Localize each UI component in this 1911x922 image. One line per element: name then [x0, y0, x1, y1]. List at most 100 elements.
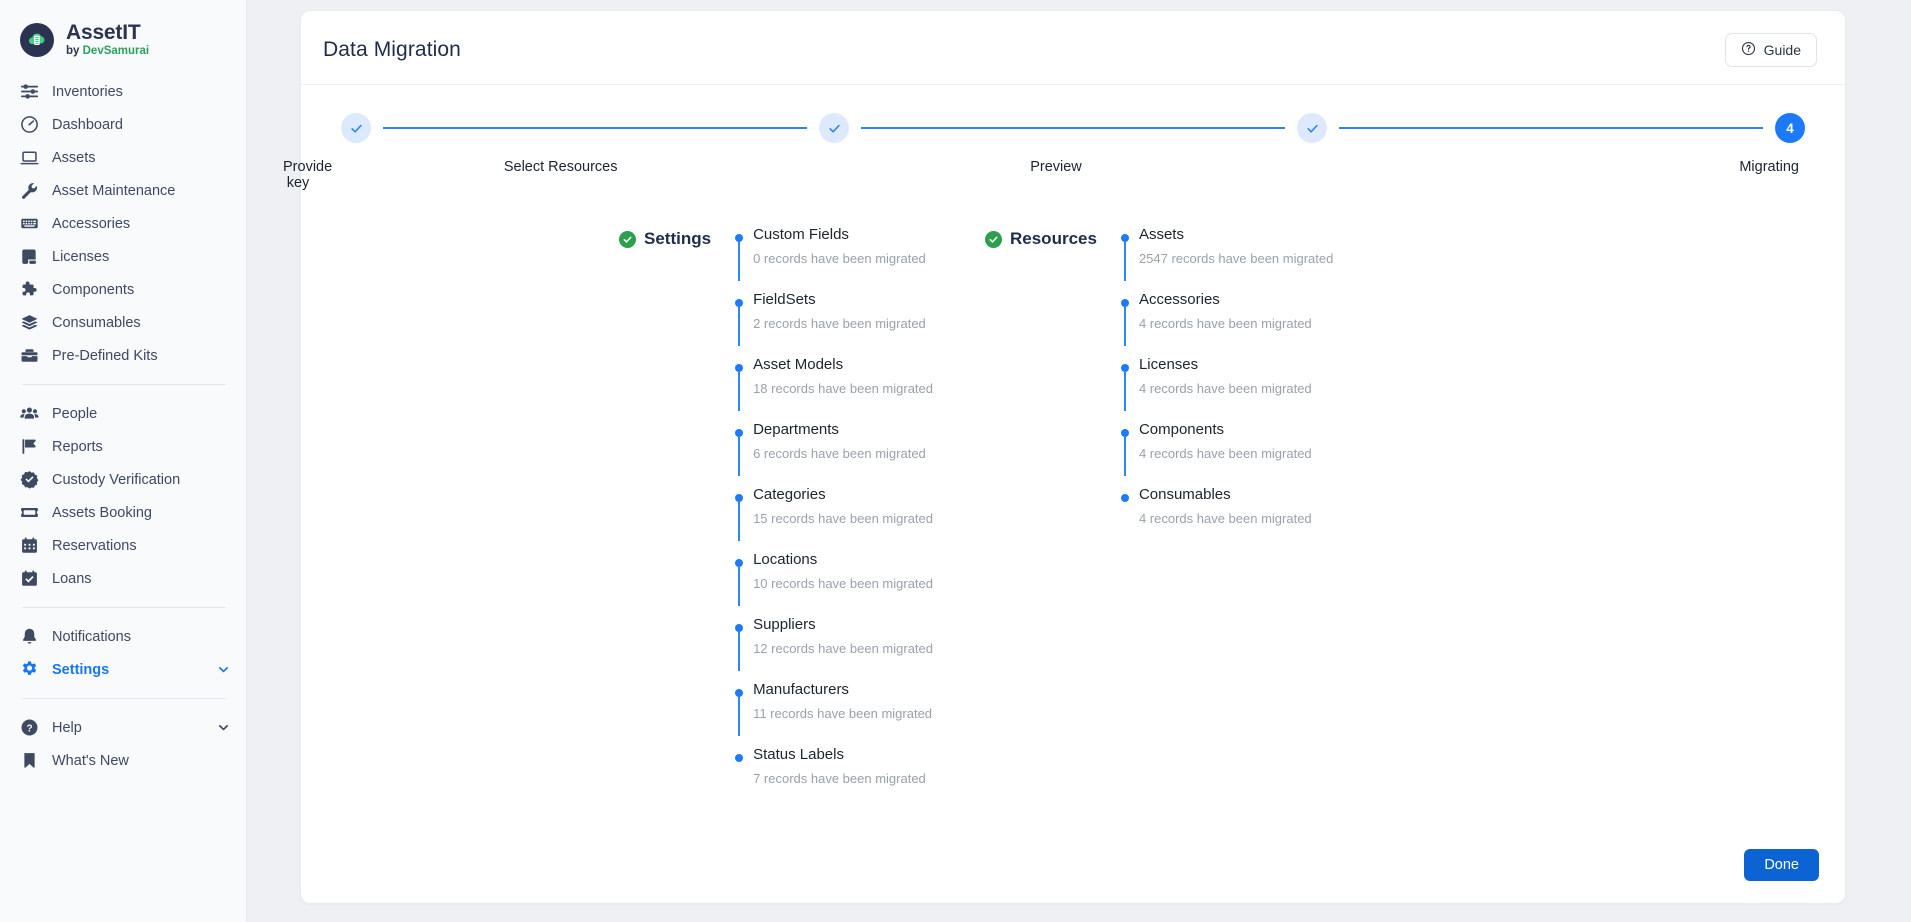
- sidebar-item-label: Licenses: [52, 249, 109, 265]
- app-root: AssetIT by DevSamurai Inventories Dashbo…: [0, 0, 1911, 922]
- timeline-item-name: Custom Fields: [753, 225, 933, 245]
- timeline-dot-icon: [1121, 494, 1129, 502]
- sidebar-item-components[interactable]: Components: [0, 273, 246, 306]
- sidebar-item-pre-defined-kits[interactable]: Pre-Defined Kits: [0, 339, 246, 372]
- sidebar-item-asset-maintenance[interactable]: Asset Maintenance: [0, 174, 246, 207]
- timeline-item-name: Consumables: [1139, 485, 1333, 505]
- step-label-migrating: Migrating: [1304, 159, 1805, 191]
- check-icon: [349, 121, 364, 136]
- timeline-item: Components 4 records have been migrated: [1139, 420, 1333, 485]
- chevron-down-icon[interactable]: [217, 721, 230, 734]
- brand[interactable]: AssetIT by DevSamurai: [0, 0, 246, 75]
- timeline-item: Suppliers 12 records have been migrated: [753, 615, 933, 680]
- sidebar-item-consumables[interactable]: Consumables: [0, 306, 246, 339]
- sidebar-item-accessories[interactable]: Accessories: [0, 207, 246, 240]
- chevron-down-icon[interactable]: [217, 663, 230, 676]
- step-node-3[interactable]: [1297, 113, 1327, 143]
- layers-icon: [20, 313, 39, 332]
- bookmark-icon: [20, 751, 39, 770]
- sidebar-item-label: Accessories: [52, 216, 130, 232]
- step-connector-3: [1339, 127, 1763, 129]
- ticket-icon: [20, 503, 39, 522]
- card-footer: Done: [1744, 849, 1819, 881]
- sidebar-item-loans[interactable]: Loans: [0, 562, 246, 595]
- timeline-item-name: Asset Models: [753, 355, 933, 375]
- timeline-item: Categories 15 records have been migrated: [753, 485, 933, 550]
- sidebar-item-label: Reports: [52, 439, 103, 455]
- timeline-item-status: 0 records have been migrated: [753, 250, 933, 268]
- timeline-dot-icon: [1121, 299, 1129, 307]
- guide-button[interactable]: Guide: [1725, 33, 1817, 67]
- sidebar-item-reservations[interactable]: Reservations: [0, 529, 246, 562]
- badge-check-icon: [20, 470, 39, 489]
- svg-text:?: ?: [26, 724, 32, 735]
- step-label-provide-key: Provide key: [283, 159, 313, 191]
- sidebar-item-notifications[interactable]: Notifications: [0, 620, 246, 653]
- sidebar-item-whats-new[interactable]: What's New: [0, 744, 246, 777]
- sidebar-item-dashboard[interactable]: Dashboard: [0, 108, 246, 141]
- brand-subtitle: by DevSamurai: [66, 45, 149, 57]
- sidebar-item-inventories[interactable]: Inventories: [0, 75, 246, 108]
- timeline-item-name: Locations: [753, 550, 933, 570]
- data-migration-card: Data Migration Guide: [300, 10, 1846, 904]
- step-node-2[interactable]: [819, 113, 849, 143]
- timeline-item: Licenses 4 records have been migrated: [1139, 355, 1333, 420]
- bell-icon: [20, 627, 39, 646]
- timeline-item-status: 7 records have been migrated: [753, 770, 933, 788]
- timeline-item: FieldSets 2 records have been migrated: [753, 290, 933, 355]
- column-resources-label: Resources: [1010, 229, 1097, 249]
- step-connector-2: [861, 127, 1285, 129]
- question-circle-icon: [1741, 41, 1756, 59]
- timeline-item: Locations 10 records have been migrated: [753, 550, 933, 615]
- sidebar-item-settings[interactable]: Settings: [0, 653, 246, 686]
- sidebar-item-label: Assets: [52, 150, 96, 166]
- brand-text: AssetIT by DevSamurai: [66, 22, 149, 57]
- timeline-dot-icon: [735, 364, 743, 372]
- timeline-dot-icon: [1121, 364, 1129, 372]
- sidebar-item-assets[interactable]: Assets: [0, 141, 246, 174]
- timeline-dot-icon: [735, 624, 743, 632]
- sidebar-item-label: People: [52, 406, 97, 422]
- laptop-icon: [20, 148, 39, 167]
- resources-timeline: Assets 2547 records have been migrated A…: [1121, 225, 1333, 528]
- brand-by-prefix: by: [66, 45, 83, 57]
- sidebar-item-label: Settings: [52, 662, 109, 678]
- sidebar-item-custody-verification[interactable]: Custody Verification: [0, 463, 246, 496]
- sidebar-item-people[interactable]: People: [0, 397, 246, 430]
- step-label-preview: Preview: [808, 159, 1303, 191]
- done-button[interactable]: Done: [1744, 849, 1819, 881]
- sidebar-item-reports[interactable]: Reports: [0, 430, 246, 463]
- sidebar-item-label: Dashboard: [52, 117, 123, 133]
- sidebar-item-licenses[interactable]: Licenses: [0, 240, 246, 273]
- toolbox-icon: [20, 346, 39, 365]
- brand-logo-icon: [20, 23, 54, 57]
- timeline-dot-icon: [1121, 429, 1129, 437]
- sidebar-item-label: Assets Booking: [52, 505, 152, 521]
- timeline-item-status: 18 records have been migrated: [753, 380, 933, 398]
- timeline-item-status: 6 records have been migrated: [753, 445, 933, 463]
- timeline-item: Assets 2547 records have been migrated: [1139, 225, 1333, 290]
- stepper-nodes: 4: [341, 113, 1805, 143]
- timeline-dot-icon: [735, 754, 743, 762]
- step-node-1[interactable]: [341, 113, 371, 143]
- stepper-labels: Provide key Select Resources Preview Mig…: [341, 159, 1805, 191]
- sidebar-item-help[interactable]: ? Help: [0, 711, 246, 744]
- keyboard-icon: [20, 214, 39, 233]
- sidebar-item-assets-booking[interactable]: Assets Booking: [0, 496, 246, 529]
- timeline-dot-icon: [735, 429, 743, 437]
- check-circle-green-icon: [985, 231, 1002, 248]
- step-node-4[interactable]: 4: [1775, 113, 1805, 143]
- sidebar-item-label: Reservations: [52, 538, 137, 554]
- migration-columns: Settings Custom Fields 0 records have be…: [301, 191, 1845, 788]
- timeline-item-status: 11 records have been migrated: [753, 705, 933, 723]
- timeline-item-status: 15 records have been migrated: [753, 510, 933, 528]
- timeline-item-name: Suppliers: [753, 615, 933, 635]
- timeline-item-status: 4 records have been migrated: [1139, 380, 1333, 398]
- check-circle-green-icon: [619, 231, 636, 248]
- timeline-item: Custom Fields 0 records have been migrat…: [753, 225, 933, 290]
- timeline-dot-icon: [735, 689, 743, 697]
- timeline-dot-icon: [1121, 234, 1129, 242]
- sidebar-item-label: Asset Maintenance: [52, 183, 175, 199]
- calendar-check-icon: [20, 569, 39, 588]
- timeline-item: Departments 6 records have been migrated: [753, 420, 933, 485]
